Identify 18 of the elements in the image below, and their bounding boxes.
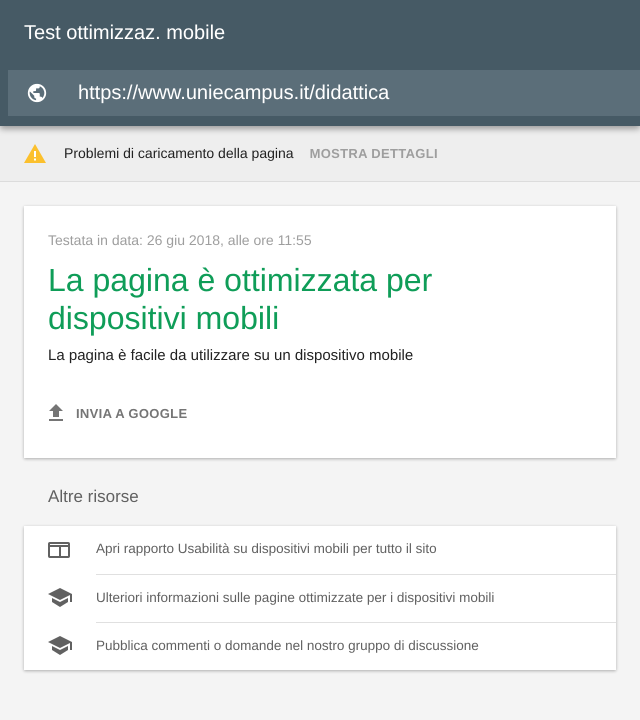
globe-icon [26, 82, 48, 104]
resource-link[interactable]: Ulteriori informazioni sulle pagine ottimizzate per i dispositivi mobili [96, 588, 494, 608]
test-date: Testata in data: 26 giu 2018, alle ore 11:55 [48, 231, 313, 250]
result-description: La pagina è facile da utilizzare su un dispositivo mobile [48, 346, 414, 366]
result-headline: La pagina è ottimizzata per dispositivi mobili [48, 261, 434, 337]
resources-title: Altre risorse [48, 486, 140, 508]
warning-icon [24, 144, 46, 163]
upload-icon [48, 404, 64, 422]
resource-link[interactable]: Apri rapporto Usabilità su dispositivi mobili per tutto il sito [96, 539, 437, 560]
submit-button[interactable]: INVIA A GOOGLE [48, 404, 188, 423]
url-field[interactable]: https://www.uniecampus.it/didattica [8, 70, 640, 116]
graduation-cap-icon [48, 636, 72, 656]
app-title: Test ottimizzaz. mobile [24, 21, 226, 46]
graduation-cap-icon [48, 588, 72, 608]
warning-text: Problemi di caricamento della pagina [64, 144, 294, 163]
resource-link[interactable]: Pubblica commenti o domande nel nostro gruppo di discussione [96, 636, 479, 656]
web-layout-icon [48, 542, 70, 558]
url-text: https://www.uniecampus.it/didattica [78, 81, 390, 106]
